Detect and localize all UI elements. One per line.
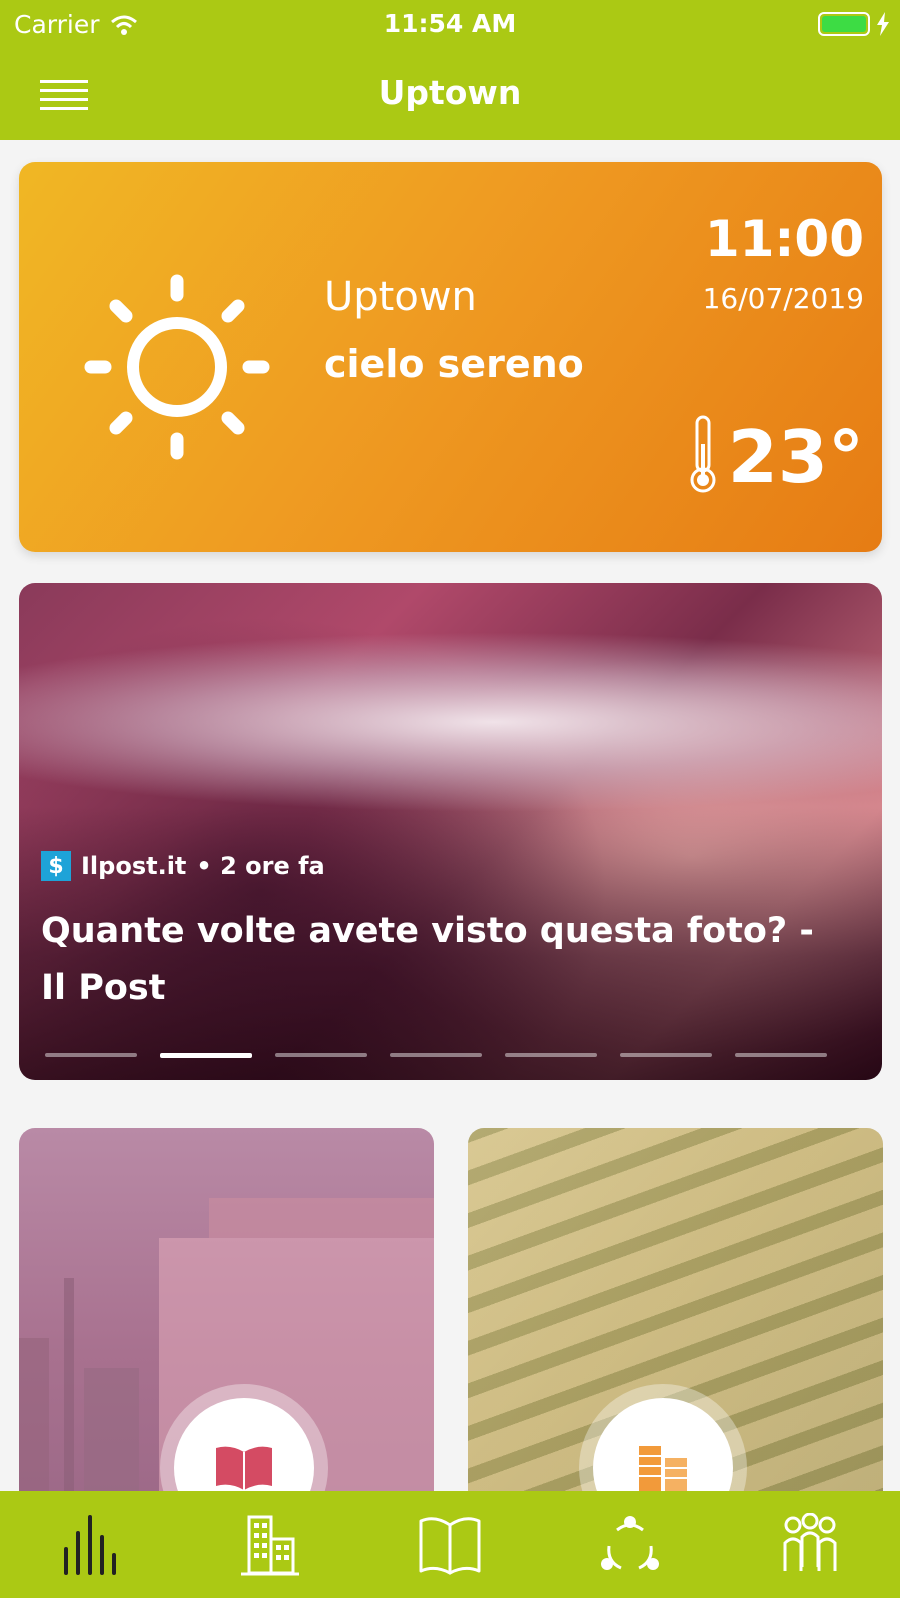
news-title: Quante volte avete visto questa foto? - … — [41, 911, 814, 1008]
news-meta: $ Ilpost.it • 2 ore fa — [41, 851, 325, 881]
tab-share[interactable] — [585, 1500, 675, 1590]
weather-time: 11:00 — [704, 210, 864, 268]
app-header: Carrier 11:54 AM Uptown — [0, 0, 900, 140]
tile-illustration — [84, 1368, 139, 1498]
tab-community[interactable] — [765, 1500, 855, 1590]
buildings-icon — [241, 1515, 299, 1575]
thermometer-icon — [690, 415, 716, 493]
weather-temperature: 23° — [727, 415, 864, 499]
tile-illustration — [64, 1278, 74, 1498]
bottom-tab-bar — [0, 1491, 900, 1598]
pager-dot-active[interactable] — [160, 1053, 252, 1058]
carousel-pager — [45, 1053, 827, 1058]
share-cycle-icon — [601, 1515, 659, 1570]
pager-dot[interactable] — [275, 1053, 367, 1057]
weather-date: 16/07/2019 — [702, 282, 864, 315]
pager-dot[interactable] — [505, 1053, 597, 1057]
pager-dot[interactable] — [735, 1053, 827, 1057]
open-book-icon — [216, 1446, 272, 1490]
weather-city: Uptown — [324, 274, 477, 320]
book-icon — [419, 1516, 481, 1574]
status-bar: Carrier 11:54 AM — [0, 0, 900, 48]
charging-bolt-icon — [877, 12, 889, 36]
bars-icon — [64, 1514, 116, 1575]
weather-card[interactable]: Uptown cielo sereno 11:00 16/07/2019 23° — [19, 162, 882, 552]
pager-dot[interactable] — [45, 1053, 137, 1057]
tab-buildings[interactable] — [225, 1500, 315, 1590]
pager-dot[interactable] — [390, 1053, 482, 1057]
news-age: • 2 ore fa — [196, 852, 325, 880]
news-carousel-card[interactable]: $ Ilpost.it • 2 ore fa Quante volte avet… — [19, 583, 882, 1080]
status-time: 11:54 AM — [383, 9, 517, 38]
tab-guide[interactable] — [405, 1500, 495, 1590]
news-source-icon: $ — [41, 851, 71, 881]
page-title: Uptown — [378, 73, 522, 112]
weather-description: cielo sereno — [324, 342, 584, 386]
navigation-bar: Uptown — [0, 60, 900, 130]
battery-indicator — [818, 12, 890, 36]
tab-stats[interactable] — [45, 1500, 135, 1590]
people-icon — [783, 1512, 837, 1571]
news-source: Ilpost.it — [81, 852, 187, 880]
battery-icon — [818, 12, 870, 36]
pager-dot[interactable] — [620, 1053, 712, 1057]
sun-icon — [84, 274, 270, 460]
tile-illustration — [19, 1338, 49, 1498]
building-icon — [639, 1446, 687, 1494]
tile-illustration — [209, 1198, 434, 1238]
